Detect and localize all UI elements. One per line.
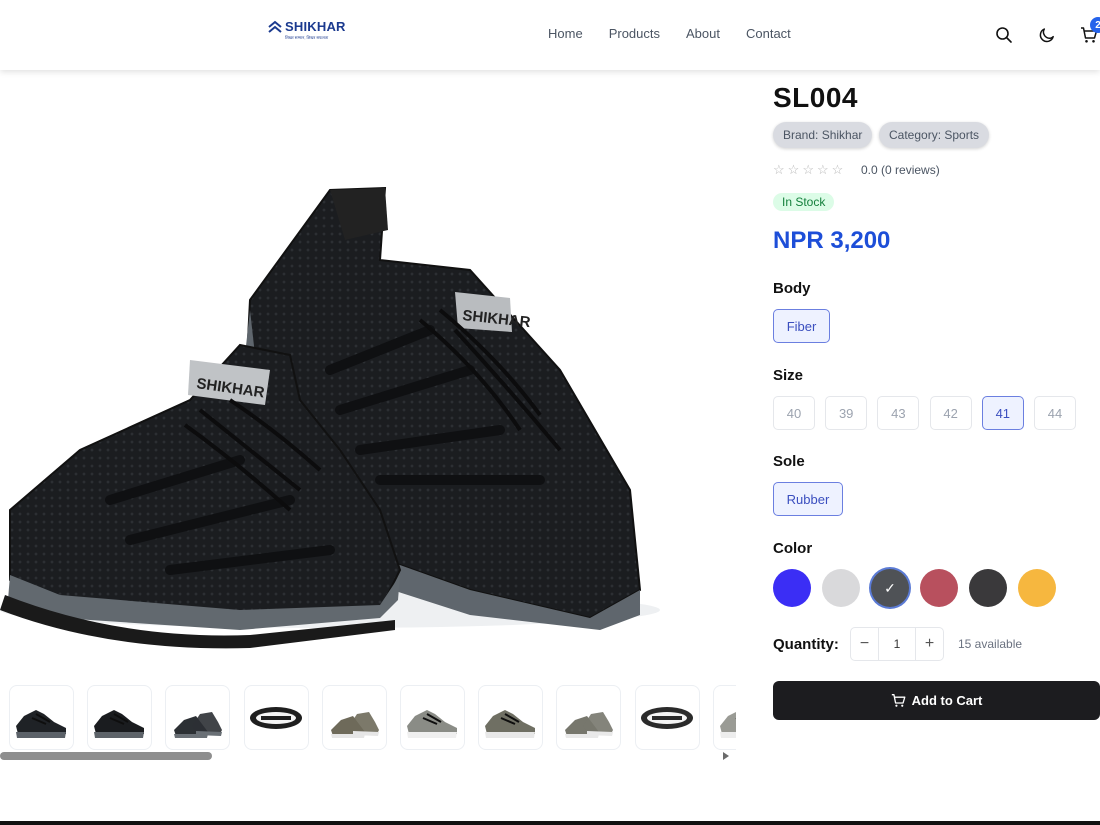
thumbnail-pair-image — [565, 712, 614, 738]
quantity-value[interactable]: 1 — [878, 628, 916, 660]
add-to-cart-button[interactable]: Add to Cart — [773, 681, 1100, 720]
site-header: SHIKHAR शिखर सम्मान, शिखर सफलता Home Pro… — [0, 0, 1100, 70]
thumbnail-sole-image — [249, 707, 302, 729]
cart-icon — [891, 694, 906, 707]
size-option-44[interactable]: 44 — [1034, 396, 1076, 430]
rating-text: 0.0 (0 reviews) — [861, 163, 940, 177]
shoe-pair-illustration: SHIKHAR SHIKHAR — [0, 186, 660, 649]
quantity-stepper: − 1 + — [850, 627, 944, 661]
product-thumbnail[interactable] — [243, 685, 309, 750]
rating-stars: ☆ ☆ ☆ ☆ ☆ — [773, 163, 843, 176]
size-option-43[interactable]: 43 — [877, 396, 920, 430]
brand-chip[interactable]: Brand: Shikhar — [773, 122, 873, 148]
product-price: NPR 3,200 — [773, 227, 891, 254]
available-count: 15 available — [958, 637, 1023, 651]
size-option-40[interactable]: 40 — [773, 396, 815, 430]
check-icon: ✓ — [884, 579, 896, 596]
product-thumbnail[interactable] — [165, 685, 231, 750]
quantity-increase-button[interactable]: + — [916, 628, 943, 660]
star-icon: ☆ — [787, 162, 800, 177]
category-chip[interactable]: Category: Sports — [879, 122, 990, 148]
nav-contact[interactable]: Contact — [746, 26, 791, 41]
thumbnail-side-image — [94, 710, 145, 738]
color-swatch[interactable] — [969, 569, 1007, 607]
sole-option-rubber[interactable]: Rubber — [773, 482, 843, 516]
star-icon: ☆ — [773, 162, 785, 177]
stock-badge: In Stock — [773, 193, 835, 211]
page-bottom-border — [0, 821, 1100, 825]
product-thumbnail[interactable] — [634, 685, 700, 750]
quantity-decrease-button[interactable]: − — [851, 628, 878, 660]
nav-about[interactable]: About — [686, 26, 720, 41]
star-icon: ☆ — [802, 162, 814, 177]
scroll-right-arrow-icon[interactable] — [723, 752, 729, 760]
quantity-label: Quantity: — [773, 636, 839, 653]
sole-label: Sole — [773, 453, 805, 470]
size-label: Size — [773, 367, 804, 384]
thumbnail-side-image — [16, 710, 66, 738]
thumbnail-sole-image — [640, 707, 693, 729]
moon-icon[interactable] — [1038, 26, 1056, 44]
color-swatch[interactable] — [920, 569, 958, 607]
size-option-41[interactable]: 41 — [981, 396, 1024, 430]
product-thumbnail[interactable] — [400, 685, 465, 750]
thumbnail-pair-image — [174, 712, 223, 738]
main-nav: Home Products About Contact — [548, 26, 791, 41]
logo-mark-icon — [268, 20, 282, 33]
color-swatch[interactable] — [822, 569, 860, 607]
star-icon: ☆ — [816, 162, 829, 177]
brand-logo[interactable]: SHIKHAR शिखर सम्मान, शिखर सफलता — [268, 20, 346, 40]
search-icon[interactable] — [995, 26, 1013, 44]
star-icon: ☆ — [831, 162, 844, 177]
product-main-image[interactable]: SHIKHAR SHIKHAR — [0, 70, 740, 680]
product-thumbnail[interactable] — [87, 685, 153, 750]
body-option-fiber[interactable]: Fiber — [773, 309, 830, 343]
product-thumbnail[interactable] — [321, 685, 387, 750]
product-thumbnail[interactable] — [9, 685, 74, 750]
thumbnail-side-image — [407, 710, 457, 738]
product-title: SL004 — [773, 82, 858, 113]
color-swatch[interactable] — [1018, 569, 1056, 607]
thumbnail-pair-image — [330, 712, 379, 738]
color-label: Color — [773, 540, 813, 557]
logo-name: SHIKHAR — [285, 19, 346, 34]
product-thumbnail[interactable] — [556, 685, 622, 750]
product-thumbnail[interactable] — [712, 685, 736, 750]
thumbnail-scrollbar[interactable] — [0, 752, 212, 760]
thumbnail-strip[interactable] — [0, 684, 736, 754]
product-thumbnail[interactable] — [478, 685, 544, 750]
size-option-42[interactable]: 42 — [929, 396, 972, 430]
size-option-39[interactable]: 39 — [825, 396, 868, 430]
nav-products[interactable]: Products — [609, 26, 660, 41]
body-label: Body — [773, 280, 811, 297]
nav-home[interactable]: Home — [548, 26, 583, 41]
color-swatch[interactable]: ✓ — [871, 569, 909, 607]
thumbnail-side-image — [485, 710, 536, 738]
logo-tagline: शिखर सम्मान, शिखर सफलता — [285, 35, 329, 40]
color-swatch[interactable] — [773, 569, 811, 607]
thumbnail-side-image — [719, 711, 736, 738]
add-to-cart-label: Add to Cart — [911, 693, 983, 708]
cart-count-badge: 2 — [1090, 17, 1100, 33]
